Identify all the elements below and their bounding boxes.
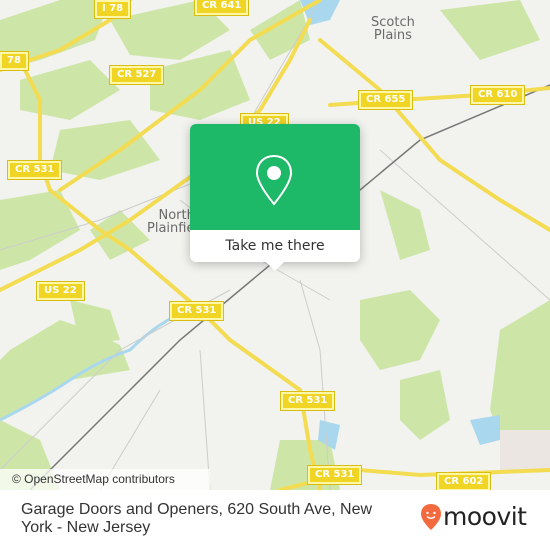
road-label-i78: I 78 <box>93 0 132 19</box>
map-attribution[interactable]: © OpenStreetMap contributors <box>0 469 210 490</box>
take-me-there-button[interactable]: Take me there <box>190 230 360 262</box>
road-label-cr527: CR 527 <box>108 65 165 85</box>
road-label-cr602: CR 602 <box>435 472 492 490</box>
place-title: Garage Doors and Openers, 620 South Ave,… <box>21 501 373 536</box>
road-label-cr531: CR 531 <box>306 465 363 485</box>
moovit-logo[interactable]: moovit <box>420 502 527 532</box>
road-label-i78: 78 <box>0 51 29 71</box>
road-label-cr641: CR 641 <box>193 0 250 16</box>
moovit-pin-icon <box>421 504 441 530</box>
road-label-cr531: CR 531 <box>279 391 336 411</box>
road-label-cr610: CR 610 <box>469 85 526 105</box>
footer: Garage Doors and Openers, 620 South Ave,… <box>0 490 550 550</box>
place-label-scotch-plains: Scotch Plains <box>371 15 415 43</box>
road-label-us22: US 22 <box>36 281 85 301</box>
road-label-cr531: CR 531 <box>6 160 63 180</box>
map-pin-icon <box>255 154 293 206</box>
popup-pointer <box>266 262 284 271</box>
popup-header <box>190 124 360 230</box>
map[interactable]: I 78 CR 641 78 CR 527 US 22 CR 655 CR 61… <box>0 0 550 490</box>
road-label-cr531: CR 531 <box>168 301 225 321</box>
moovit-wordmark: moovit <box>443 502 527 531</box>
location-popup: Take me there <box>190 124 360 271</box>
road-label-cr655: CR 655 <box>357 90 414 110</box>
